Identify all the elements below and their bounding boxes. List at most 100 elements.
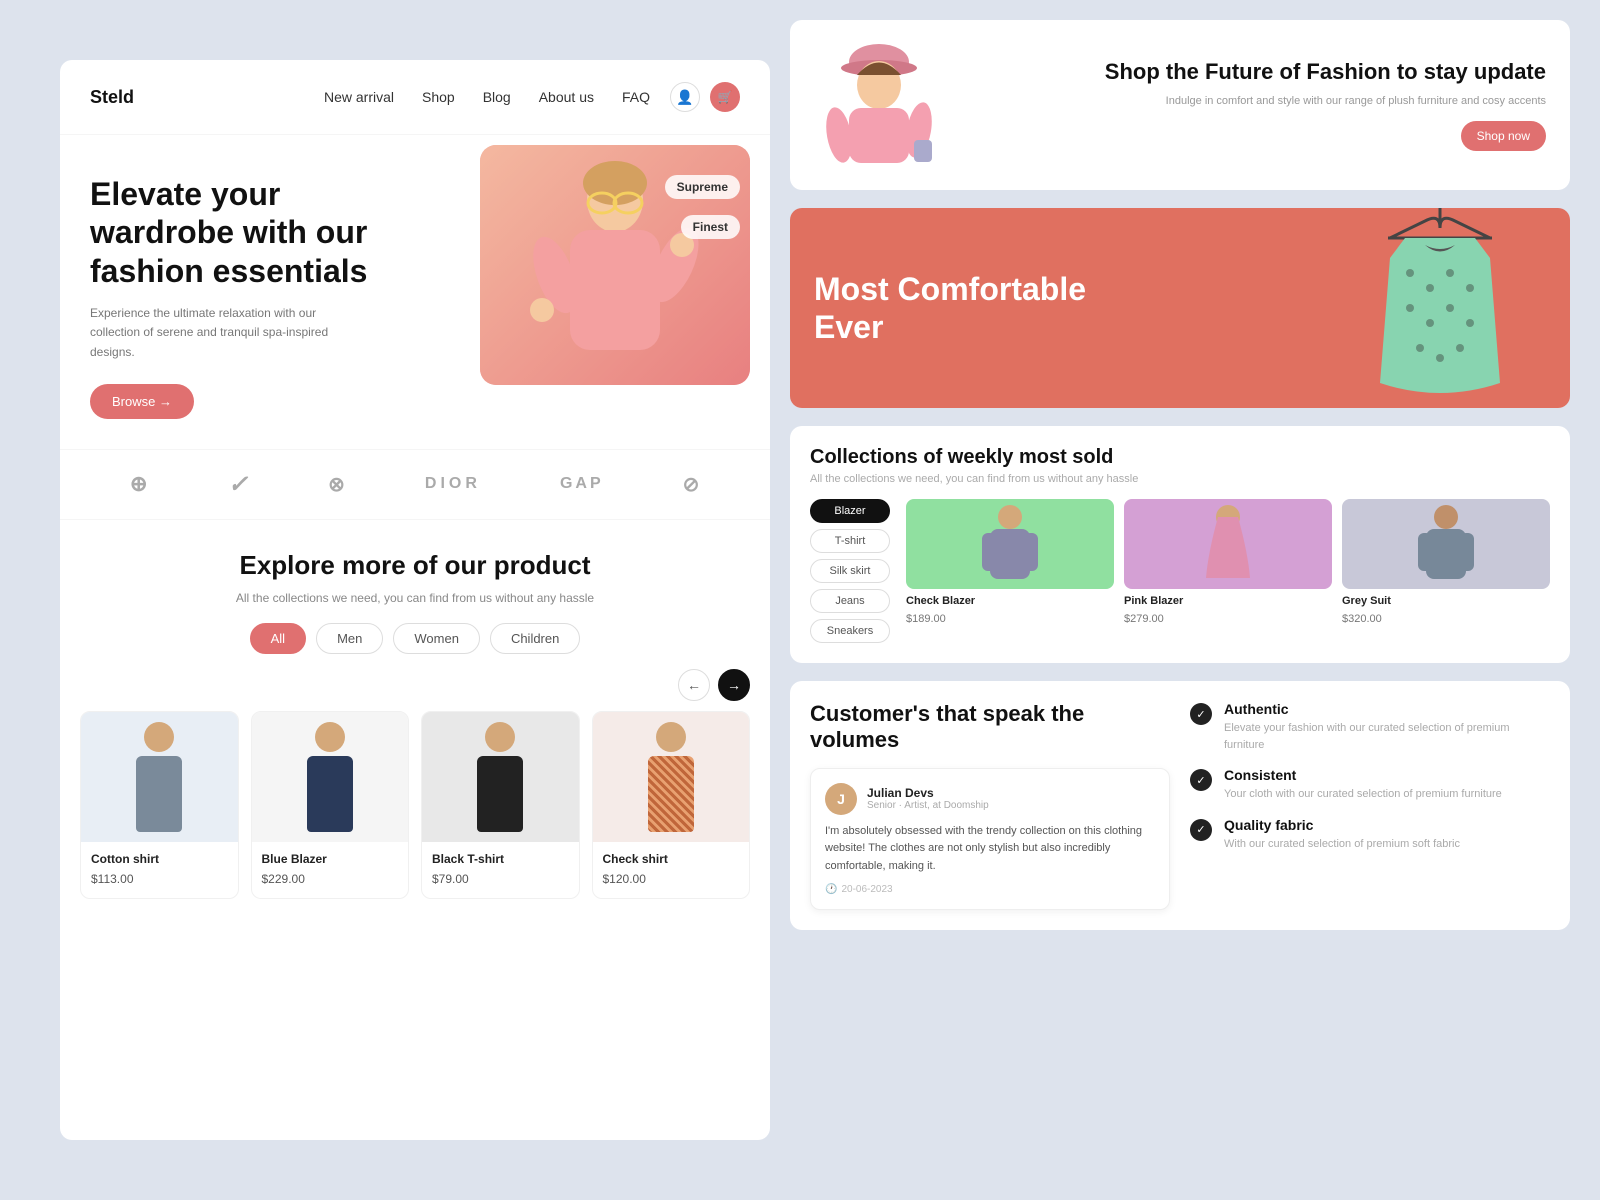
badge-supreme: Supreme bbox=[665, 175, 740, 199]
testimonials-right: ✓ Authentic Elevate your fashion with ou… bbox=[1190, 701, 1550, 910]
nav-new-arrival[interactable]: New arrival bbox=[324, 89, 394, 105]
badge-finest: Finest bbox=[681, 215, 740, 239]
brand-nike: ✓ bbox=[228, 470, 249, 499]
quality-item-3: ✓ Quality fabric With our curated select… bbox=[1190, 817, 1550, 853]
product-info-1: Cotton shirt $113.00 bbox=[81, 842, 238, 898]
comfort-banner-image bbox=[1350, 208, 1530, 408]
product-name-3: Black T-shirt bbox=[432, 852, 569, 866]
testimonial-author: Julian Devs Senior · Artist, at Doomship bbox=[867, 786, 989, 811]
carousel-prev[interactable]: ← bbox=[678, 669, 710, 701]
comfort-headline: Most Comfortable Ever bbox=[814, 270, 1094, 347]
coll-product-img-2 bbox=[1124, 499, 1332, 589]
coll-product-2: Pink Blazer $279.00 bbox=[1124, 499, 1332, 643]
check-icon-2: ✓ bbox=[1190, 769, 1212, 791]
testimonial-date: 🕐 20-06-2023 bbox=[825, 884, 1155, 895]
carousel-controls: ← → bbox=[60, 669, 770, 701]
tag-blazer[interactable]: Blazer bbox=[810, 499, 890, 523]
product-image-3 bbox=[422, 712, 579, 842]
nav-faq[interactable]: FAQ bbox=[622, 89, 650, 105]
dress-svg bbox=[1360, 208, 1520, 408]
cart-icon[interactable]: 🛒 bbox=[710, 82, 740, 112]
product-price-1: $113.00 bbox=[91, 872, 134, 886]
check-icon-3: ✓ bbox=[1190, 819, 1212, 841]
coll-product-3: Grey Suit $320.00 bbox=[1342, 499, 1550, 643]
comfort-banner: Most Comfortable Ever bbox=[790, 208, 1570, 408]
coll-product-price-3: $320.00 bbox=[1342, 613, 1382, 625]
product-price-3: $79.00 bbox=[432, 872, 469, 886]
explore-title: Explore more of our product bbox=[90, 550, 740, 581]
fig-body-4 bbox=[648, 756, 694, 832]
hero-section: Elevate your wardrobe with our fashion e… bbox=[60, 135, 770, 449]
brand-chanel: ⊕ bbox=[130, 471, 149, 497]
product-figure-1 bbox=[124, 722, 194, 832]
banner-model-svg bbox=[819, 40, 939, 170]
hero-headline: Elevate your wardrobe with our fashion e… bbox=[90, 175, 410, 290]
product-price-2: $229.00 bbox=[262, 872, 305, 886]
product-info-2: Blue Blazer $229.00 bbox=[252, 842, 409, 898]
user-icon[interactable]: 👤 bbox=[670, 82, 700, 112]
collections-layout: Blazer T-shirt Silk skirt Jeans Sneakers bbox=[810, 499, 1550, 643]
quality-label-2: Consistent bbox=[1224, 767, 1502, 783]
explore-subtitle: All the collections we need, you can fin… bbox=[90, 591, 740, 605]
fig-head-3 bbox=[485, 722, 515, 752]
collections-sidebar: Blazer T-shirt Silk skirt Jeans Sneakers bbox=[810, 499, 890, 643]
hero-image: Supreme Finest bbox=[480, 145, 750, 385]
testimonials-title: Customer's that speak the volumes bbox=[810, 701, 1170, 754]
testimonials-section: Customer's that speak the volumes J Juli… bbox=[790, 681, 1570, 930]
filter-all[interactable]: All bbox=[250, 623, 306, 654]
collections-section: Collections of weekly most sold All the … bbox=[790, 426, 1570, 663]
product-name-1: Cotton shirt bbox=[91, 852, 228, 866]
brands-bar: ⊕ ✓ ⊗ DIOR GAP ⊘ bbox=[60, 449, 770, 520]
coll-product-name-2: Pink Blazer bbox=[1124, 595, 1332, 607]
brand-logo: Steld bbox=[90, 87, 134, 108]
quality-desc-2: Your cloth with our curated selection of… bbox=[1224, 786, 1502, 803]
product-grid: Cotton shirt $113.00 Blue Blazer $229.00 bbox=[60, 711, 770, 899]
tag-silk-skirt[interactable]: Silk skirt bbox=[810, 559, 890, 583]
filter-men[interactable]: Men bbox=[316, 623, 383, 654]
top-banner: Shop the Future of Fashion to stay updat… bbox=[790, 20, 1570, 190]
collections-title: Collections of weekly most sold bbox=[810, 446, 1550, 469]
quality-desc-1: Elevate your fashion with our curated se… bbox=[1224, 720, 1550, 753]
hero-image-box: Supreme Finest bbox=[480, 145, 750, 385]
nav-blog[interactable]: Blog bbox=[483, 89, 511, 105]
quality-list: ✓ Authentic Elevate your fashion with ou… bbox=[1190, 701, 1550, 852]
product-image-4 bbox=[593, 712, 750, 842]
product-card-3: Black T-shirt $79.00 bbox=[421, 711, 580, 899]
brand-v: ⊘ bbox=[683, 472, 701, 497]
testimonials-left: Customer's that speak the volumes J Juli… bbox=[810, 701, 1170, 910]
coll-product-img-1 bbox=[906, 499, 1114, 589]
filter-tabs: All Men Women Children bbox=[90, 623, 740, 654]
top-banner-description: Indulge in comfort and style with our ra… bbox=[964, 93, 1546, 110]
testimonial-avatar: J bbox=[825, 783, 857, 815]
coll-product-name-1: Check Blazer bbox=[906, 595, 1114, 607]
carousel-next[interactable]: → bbox=[718, 669, 750, 701]
top-banner-headline: Shop the Future of Fashion to stay updat… bbox=[964, 59, 1546, 85]
top-banner-text: Shop the Future of Fashion to stay updat… bbox=[964, 59, 1546, 152]
filter-children[interactable]: Children bbox=[490, 623, 580, 654]
left-panel: Steld New arrival Shop Blog About us FAQ… bbox=[60, 60, 770, 1140]
filter-women[interactable]: Women bbox=[393, 623, 480, 654]
tag-sneakers[interactable]: Sneakers bbox=[810, 619, 890, 643]
nav-links: New arrival Shop Blog About us FAQ bbox=[324, 89, 650, 105]
product-figure-3 bbox=[465, 722, 535, 832]
clock-icon: 🕐 bbox=[825, 884, 837, 895]
nav-about[interactable]: About us bbox=[539, 89, 594, 105]
product-info-4: Check shirt $120.00 bbox=[593, 842, 750, 898]
product-card-4: Check shirt $120.00 bbox=[592, 711, 751, 899]
brand-gap: GAP bbox=[560, 475, 604, 493]
tag-jeans[interactable]: Jeans bbox=[810, 589, 890, 613]
nav-shop[interactable]: Shop bbox=[422, 89, 455, 105]
author-role: Senior · Artist, at Doomship bbox=[867, 800, 989, 811]
brand-dior: DIOR bbox=[425, 475, 481, 493]
quality-label-3: Quality fabric bbox=[1224, 817, 1460, 833]
quality-text-3: Quality fabric With our curated selectio… bbox=[1224, 817, 1460, 853]
product-name-4: Check shirt bbox=[603, 852, 740, 866]
coll-product-1: Check Blazer $189.00 bbox=[906, 499, 1114, 643]
browse-button[interactable]: Browse → bbox=[90, 384, 194, 419]
tag-tshirt[interactable]: T-shirt bbox=[810, 529, 890, 553]
nav-actions: 👤 🛒 bbox=[670, 82, 740, 112]
coll-product-img-3 bbox=[1342, 499, 1550, 589]
shop-now-button[interactable]: Shop now bbox=[1461, 121, 1546, 151]
quality-desc-3: With our curated selection of premium so… bbox=[1224, 836, 1460, 853]
product-figure-4 bbox=[636, 722, 706, 832]
